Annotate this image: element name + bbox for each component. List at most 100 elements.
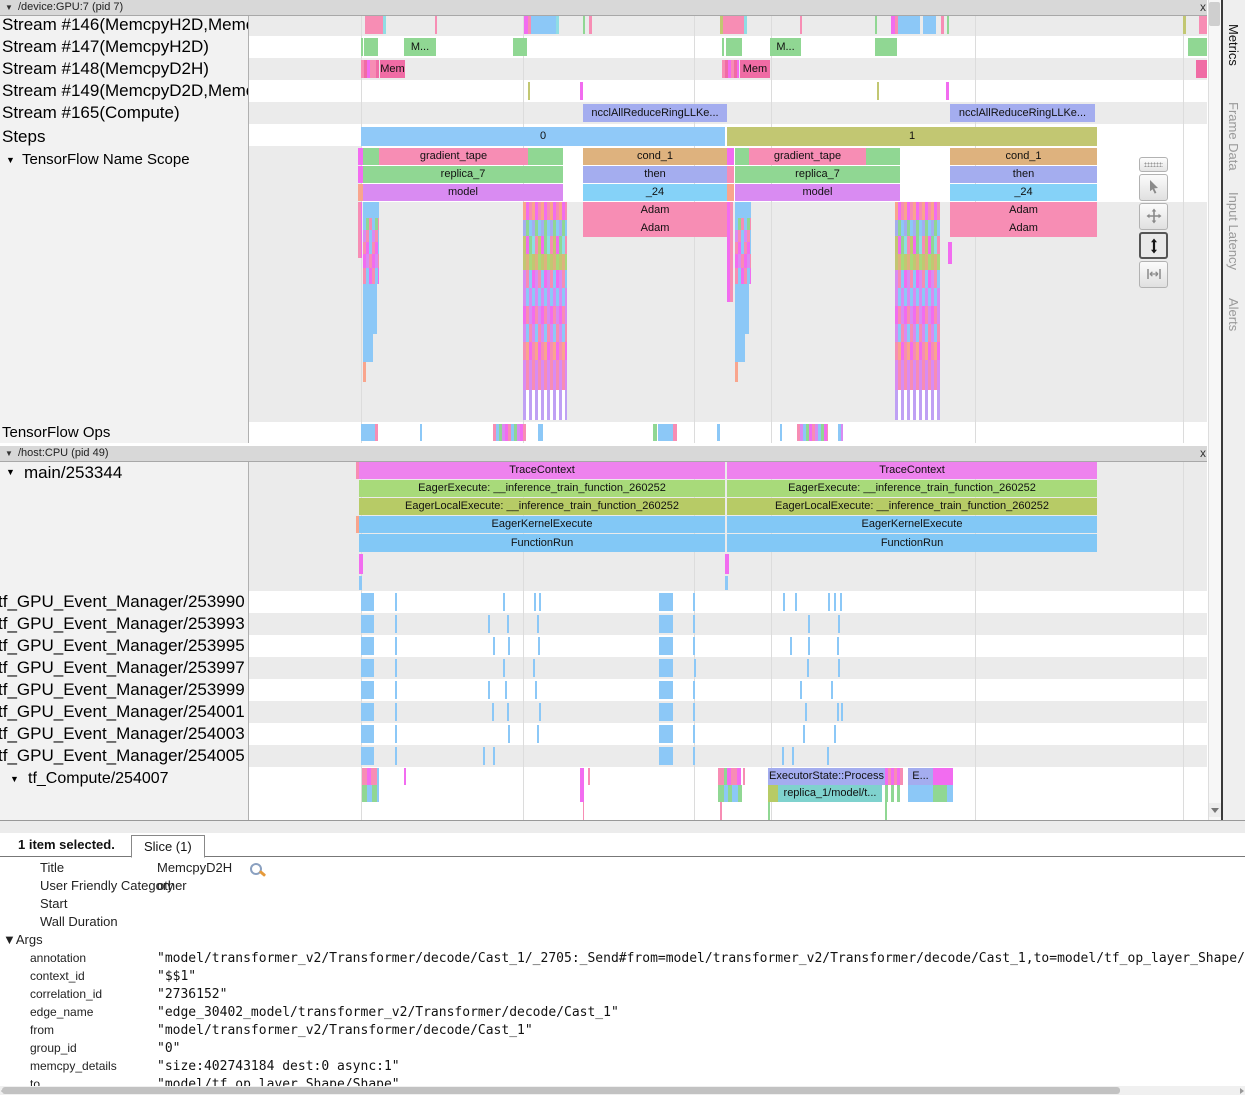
trace-event[interactable] xyxy=(838,424,843,441)
trace-event[interactable] xyxy=(837,703,839,721)
trace-event[interactable] xyxy=(875,16,877,34)
horizontal-scrollbar-thumb[interactable] xyxy=(2,1087,1120,1094)
trace-event[interactable] xyxy=(875,38,897,56)
trace-event[interactable] xyxy=(834,725,836,743)
trace-event[interactable] xyxy=(808,615,810,633)
trace-event[interactable]: gradient_tape xyxy=(379,148,528,165)
trace-event[interactable]: then xyxy=(950,166,1097,183)
trace-event[interactable] xyxy=(523,360,567,390)
trace-event[interactable]: model xyxy=(363,184,563,201)
trace-event[interactable]: Adam xyxy=(950,219,1097,237)
zoom-tool-button[interactable] xyxy=(1139,232,1168,259)
timing-tool-button[interactable] xyxy=(1139,261,1168,288)
trace-event[interactable] xyxy=(744,16,747,34)
trace-event[interactable] xyxy=(493,637,495,655)
select-tool-button[interactable] xyxy=(1139,174,1168,201)
trace-event[interactable] xyxy=(693,725,695,743)
trace-event[interactable] xyxy=(361,593,374,611)
args-collapser[interactable]: ▼Args xyxy=(3,932,43,947)
trace-event[interactable] xyxy=(493,424,526,441)
trace-event[interactable] xyxy=(395,681,397,699)
trace-event[interactable]: EagerExecute: __inference_train_function… xyxy=(359,480,725,497)
trace-event[interactable]: Adam xyxy=(583,219,727,237)
trace-event[interactable] xyxy=(483,747,485,765)
trace-event[interactable] xyxy=(782,747,784,765)
trace-event[interactable] xyxy=(727,148,734,165)
trace-event[interactable] xyxy=(722,60,739,78)
trace-event[interactable] xyxy=(375,424,378,441)
trace-event[interactable]: E... xyxy=(908,768,933,785)
trace-event[interactable] xyxy=(722,38,724,56)
trace-event[interactable] xyxy=(589,16,592,34)
trace-event[interactable] xyxy=(723,16,744,34)
trace-event[interactable] xyxy=(359,576,362,590)
trace-event[interactable]: ncclAllReduceRingLLKe... xyxy=(950,104,1095,122)
trace-event[interactable] xyxy=(513,38,527,56)
trace-event[interactable] xyxy=(735,268,751,284)
trace-event[interactable] xyxy=(528,148,563,165)
trace-event[interactable] xyxy=(895,254,940,270)
trace-event[interactable] xyxy=(395,703,397,721)
trace-event[interactable] xyxy=(361,424,375,441)
trace-event[interactable]: ExecutorState::Process xyxy=(768,768,885,785)
trace-event[interactable] xyxy=(363,148,379,165)
pan-tool-button[interactable] xyxy=(1139,203,1168,230)
trace-event[interactable] xyxy=(795,593,797,611)
trace-event[interactable] xyxy=(693,593,695,611)
trace-event[interactable] xyxy=(383,16,386,34)
trace-event[interactable] xyxy=(737,768,741,785)
trace-event[interactable] xyxy=(885,785,903,802)
trace-event[interactable]: 1 xyxy=(727,127,1097,146)
trace-event[interactable] xyxy=(361,38,363,56)
trace-event[interactable] xyxy=(523,236,567,254)
host-track-label[interactable]: tf_Compute/254007 xyxy=(28,770,169,788)
trace-event[interactable] xyxy=(539,703,541,721)
trace-event[interactable] xyxy=(361,703,374,721)
trace-event[interactable] xyxy=(1199,16,1207,34)
trace-event[interactable] xyxy=(361,637,374,655)
trace-event[interactable] xyxy=(895,288,940,306)
trace-event[interactable] xyxy=(583,802,584,820)
trace-event[interactable]: replica_1/model/t... xyxy=(778,785,882,802)
trace-event[interactable] xyxy=(420,424,422,441)
trace-event[interactable] xyxy=(790,637,792,655)
trace-event[interactable] xyxy=(923,16,936,34)
trace-event[interactable] xyxy=(895,324,940,342)
trace-event[interactable] xyxy=(503,593,505,611)
trace-event[interactable] xyxy=(948,242,952,264)
trace-event[interactable] xyxy=(727,166,734,183)
trace-event[interactable] xyxy=(837,637,839,655)
trace-event[interactable]: model xyxy=(735,184,900,201)
trace-event[interactable] xyxy=(588,768,590,785)
sidebar-tab-alerts[interactable]: Alerts xyxy=(1226,298,1241,331)
trace-event[interactable] xyxy=(694,659,696,677)
trace-event[interactable] xyxy=(523,390,567,420)
trace-event[interactable] xyxy=(717,424,720,441)
trace-event[interactable] xyxy=(659,747,673,765)
trace-event[interactable] xyxy=(895,390,940,420)
trace-event[interactable] xyxy=(720,802,722,820)
trace-event[interactable] xyxy=(377,768,379,785)
trace-event[interactable] xyxy=(361,725,374,743)
trace-event[interactable] xyxy=(895,202,940,220)
trace-event[interactable] xyxy=(693,637,695,655)
trace-event[interactable] xyxy=(395,615,397,633)
trace-event[interactable] xyxy=(580,82,583,100)
trace-event[interactable] xyxy=(556,16,559,34)
trace-event[interactable] xyxy=(508,725,510,743)
trace-event[interactable] xyxy=(735,362,738,382)
gpu-track-label[interactable]: TensorFlow Name Scope xyxy=(22,151,190,168)
trace-event[interactable]: EagerKernelExecute xyxy=(359,516,725,533)
trace-event[interactable]: FunctionRun xyxy=(727,534,1097,552)
trace-event[interactable]: 0 xyxy=(361,127,725,146)
trace-event[interactable] xyxy=(807,659,809,677)
sidebar-tab-frame-data[interactable]: Frame Data xyxy=(1226,102,1241,171)
trace-event[interactable]: Mem xyxy=(380,60,405,78)
trace-event[interactable] xyxy=(358,202,362,258)
trace-event[interactable]: TraceContext xyxy=(359,462,725,479)
trace-event[interactable] xyxy=(727,184,734,201)
trace-event[interactable] xyxy=(828,593,830,611)
trace-event[interactable] xyxy=(895,342,940,360)
trace-event[interactable] xyxy=(535,681,537,699)
trace-event[interactable] xyxy=(363,362,366,382)
